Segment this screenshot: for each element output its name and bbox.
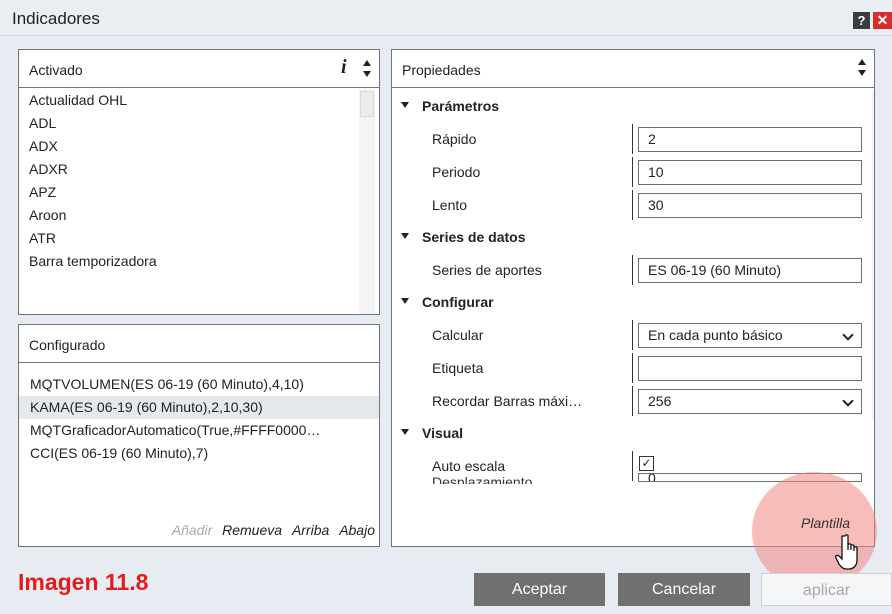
property-label: Lento xyxy=(432,197,468,213)
property-label: Series de aportes xyxy=(432,262,542,278)
column-divider xyxy=(632,320,633,350)
property-label-partial: Desplazamiento xyxy=(432,474,533,484)
configurado-panel: Configurado MQTVOLUMEN(ES 06-19 (60 Minu… xyxy=(18,324,380,547)
title-bar: Indicadores ? ✕ xyxy=(0,0,892,36)
list-item[interactable]: Aroon xyxy=(19,204,355,227)
configurado-title: Configurado xyxy=(29,337,106,353)
list-item[interactable]: ADL xyxy=(19,112,355,135)
property-series-aportes: Series de aportes ES 06-19 (60 Minuto) xyxy=(392,253,872,286)
column-divider xyxy=(632,255,633,285)
cancel-button[interactable]: Cancelar xyxy=(618,573,750,606)
property-lento: Lento 30 xyxy=(392,188,872,221)
lento-input[interactable]: 30 xyxy=(638,193,862,218)
property-etiqueta: Etiqueta xyxy=(392,351,872,384)
column-divider xyxy=(632,451,633,481)
add-button[interactable]: Añadir xyxy=(172,522,212,538)
indicator-list-scrollbar[interactable] xyxy=(359,89,375,314)
category-label: Series de datos xyxy=(422,229,526,245)
close-button[interactable]: ✕ xyxy=(873,12,892,29)
info-icon[interactable]: i xyxy=(341,56,347,79)
propiedades-header: Propiedades xyxy=(392,50,874,88)
down-button[interactable]: Abajo xyxy=(339,522,375,538)
property-rapido: Rápido 2 xyxy=(392,122,872,155)
propiedades-title: Propiedades xyxy=(402,62,481,78)
list-item[interactable]: CCI(ES 06-19 (60 Minuto),7) xyxy=(19,442,379,465)
category-visual[interactable]: Visual xyxy=(392,417,872,449)
image-caption: Imagen 11.8 xyxy=(18,569,149,595)
list-item[interactable]: MQTVOLUMEN(ES 06-19 (60 Minuto),4,10) xyxy=(19,373,379,396)
configured-list: MQTVOLUMEN(ES 06-19 (60 Minuto),4,10) KA… xyxy=(19,373,379,465)
apply-button[interactable]: aplicar xyxy=(761,573,892,606)
property-label: Calcular xyxy=(432,327,484,343)
activado-panel: Activado i Actualidad OHL ADL ADX ADXR A… xyxy=(18,49,380,315)
property-periodo: Periodo 10 xyxy=(392,155,872,188)
property-grid: Parámetros Rápido 2 Periodo 10 Lento 30 … xyxy=(392,90,872,484)
property-label: Auto escala xyxy=(432,458,506,474)
list-item[interactable]: MQTGraficadorAutomatico(True,#FFFF0000… xyxy=(19,419,379,442)
column-divider xyxy=(632,124,633,154)
select-value: 256 xyxy=(648,393,672,409)
calcular-select[interactable]: En cada punto básico xyxy=(638,323,862,348)
recordar-select[interactable]: 256 xyxy=(638,389,862,414)
rapido-input[interactable]: 2 xyxy=(638,127,862,152)
collapse-arrow-icon[interactable] xyxy=(401,298,409,304)
scrollbar-thumb[interactable] xyxy=(360,91,374,117)
sort-icon[interactable] xyxy=(363,57,373,81)
etiqueta-input[interactable] xyxy=(638,356,862,381)
column-divider xyxy=(632,386,633,416)
remove-button[interactable]: Remueva xyxy=(222,522,282,538)
category-label: Configurar xyxy=(422,294,494,310)
help-button[interactable]: ? xyxy=(853,12,870,29)
accept-button[interactable]: Aceptar xyxy=(474,573,605,606)
category-label: Parámetros xyxy=(422,98,500,114)
properties-scrollbar[interactable] xyxy=(872,90,874,420)
series-input[interactable]: ES 06-19 (60 Minuto) xyxy=(638,258,862,283)
list-item[interactable]: APZ xyxy=(19,181,355,204)
collapse-arrow-icon[interactable] xyxy=(401,429,409,435)
property-label: Rápido xyxy=(432,131,477,147)
indicator-list: Actualidad OHL ADL ADX ADXR APZ Aroon AT… xyxy=(19,89,355,273)
category-configurar[interactable]: Configurar xyxy=(392,286,872,318)
list-actions: Añadir Remueva Arriba Abajo xyxy=(19,522,375,538)
list-item-selected[interactable]: KAMA(ES 06-19 (60 Minuto),2,10,30) xyxy=(19,396,379,419)
property-recordar: Recordar Barras máxi… 256 xyxy=(392,384,872,417)
list-item[interactable]: ADXR xyxy=(19,158,355,181)
property-label: Recordar Barras máxi… xyxy=(432,393,583,409)
column-divider xyxy=(632,190,633,220)
configurado-header: Configurado xyxy=(19,325,379,363)
window-title: Indicadores xyxy=(12,9,100,28)
category-parametros[interactable]: Parámetros xyxy=(392,90,872,122)
collapse-arrow-icon[interactable] xyxy=(401,233,409,239)
activado-header: Activado i xyxy=(19,50,379,88)
chevron-down-icon xyxy=(842,329,854,341)
auto-escala-checkbox[interactable]: ✓ xyxy=(639,456,654,471)
chevron-down-icon xyxy=(842,395,854,407)
select-value: En cada punto básico xyxy=(648,327,783,343)
list-item[interactable]: Barra temporizadora xyxy=(19,250,355,273)
list-item[interactable]: Actualidad OHL xyxy=(19,89,355,112)
sort-icon[interactable] xyxy=(858,56,868,80)
category-label: Visual xyxy=(422,425,463,441)
list-item[interactable]: ATR xyxy=(19,227,355,250)
collapse-arrow-icon[interactable] xyxy=(401,102,409,108)
list-item[interactable]: ADX xyxy=(19,135,355,158)
up-button[interactable]: Arriba xyxy=(292,522,329,538)
category-series[interactable]: Series de datos xyxy=(392,221,872,253)
column-divider xyxy=(632,353,633,383)
activado-title: Activado xyxy=(29,62,83,78)
property-label: Etiqueta xyxy=(432,360,484,376)
periodo-input[interactable]: 10 xyxy=(638,160,862,185)
hand-cursor-icon xyxy=(835,534,858,570)
template-link[interactable]: Plantilla xyxy=(801,515,850,531)
property-calcular: Calcular En cada punto básico xyxy=(392,318,872,351)
property-label: Periodo xyxy=(432,164,481,180)
column-divider xyxy=(632,157,633,187)
